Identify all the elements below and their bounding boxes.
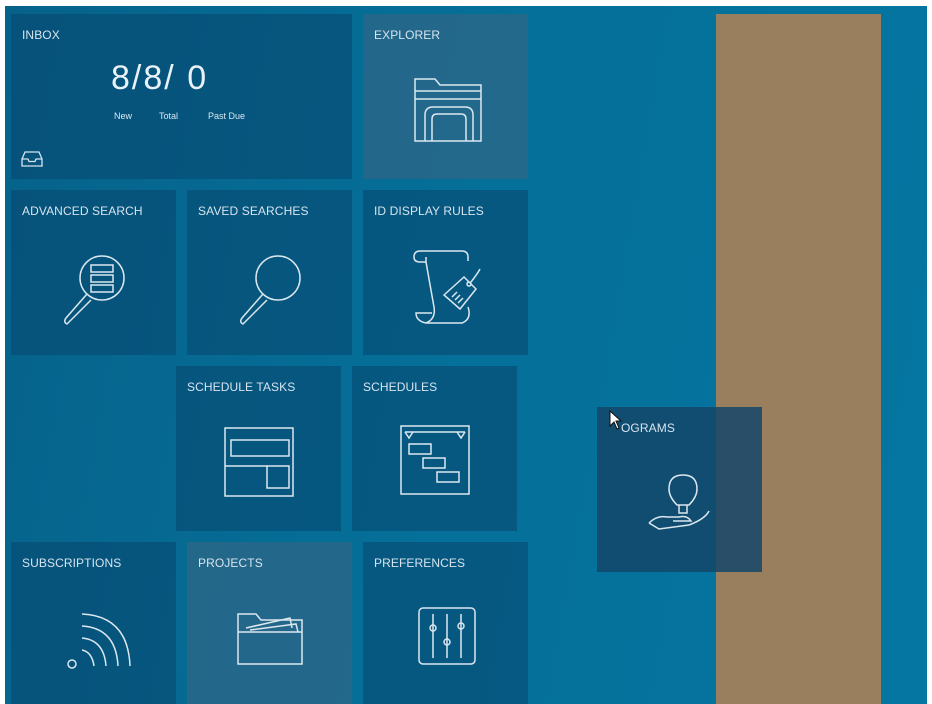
inbox-counter: 8/8/ 0 <box>111 59 261 98</box>
tile-explorer[interactable]: EXPLORER <box>363 14 528 179</box>
tile-advanced-search-title: ADVANCED SEARCH <box>22 204 143 218</box>
sliders-icon <box>415 604 479 668</box>
tile-schedule-tasks[interactable]: SCHEDULE TASKS <box>176 366 341 531</box>
gantt-icon <box>399 424 473 498</box>
inbox-count-separator: / <box>164 59 176 97</box>
tile-id-display-rules[interactable]: ID DISPLAY RULES <box>363 190 528 355</box>
inbox-count-separator: / <box>131 59 144 97</box>
tile-saved-searches[interactable]: SAVED SEARCHES <box>187 190 352 355</box>
inbox-past-due-count: 0 <box>187 59 209 97</box>
tile-saved-searches-title: SAVED SEARCHES <box>198 204 309 218</box>
inbox-total-label: Total <box>159 111 179 121</box>
inbox-new-count: 8 <box>111 59 132 97</box>
tile-schedules-title: SCHEDULES <box>363 380 438 394</box>
inbox-tray-icon <box>21 150 43 168</box>
tile-preferences[interactable]: PREFERENCES <box>363 542 528 704</box>
lightbulb-hand-icon <box>645 465 717 533</box>
tile-advanced-search[interactable]: ADVANCED SEARCH <box>11 190 176 355</box>
inbox-past-due-label: Past Due <box>208 111 246 121</box>
mouse-cursor-icon <box>609 409 623 435</box>
tile-projects-title: PROJECTS <box>198 556 263 570</box>
magnifier-list-icon <box>56 248 136 328</box>
inbox-total-count: 8 <box>143 59 165 97</box>
tile-preferences-title: PREFERENCES <box>374 556 466 570</box>
start-screen: INBOX 8/8/ 0 New Total Past Due EXPLORER <box>5 6 927 704</box>
inbox-new-label: New <box>114 111 133 121</box>
tile-schedules[interactable]: SCHEDULES <box>352 366 517 531</box>
tile-programs-title: OGRAMS <box>621 421 675 435</box>
tile-explorer-title: EXPLORER <box>374 28 441 42</box>
scroll-tag-icon <box>410 247 486 327</box>
project-folder-icon <box>234 606 306 670</box>
tile-projects[interactable]: PROJECTS <box>187 542 352 704</box>
tile-inbox[interactable]: INBOX 8/8/ 0 New Total Past Due <box>11 14 352 179</box>
tile-id-display-rules-title: ID DISPLAY RULES <box>374 204 484 218</box>
tile-subscriptions-title: SUBSCRIPTIONS <box>22 556 122 570</box>
background-stripe <box>716 14 881 704</box>
magnifier-icon <box>232 248 312 328</box>
task-blocks-icon <box>223 426 297 500</box>
rss-feed-icon <box>60 600 136 676</box>
tile-subscriptions[interactable]: SUBSCRIPTIONS <box>11 542 176 704</box>
tile-schedule-tasks-title: SCHEDULE TASKS <box>187 380 296 394</box>
folder-icon <box>413 75 485 145</box>
tile-inbox-title: INBOX <box>22 28 60 42</box>
